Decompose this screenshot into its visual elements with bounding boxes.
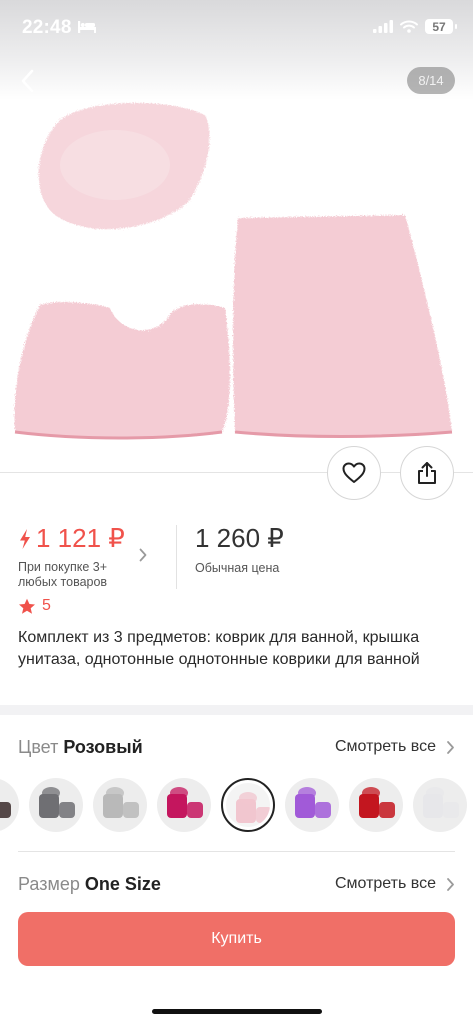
product-image-gallery[interactable]: 8/14 — [0, 0, 473, 472]
regular-price: 1 260 ₽ — [195, 523, 284, 553]
home-indicator — [152, 1009, 322, 1014]
color-swatch[interactable] — [29, 778, 83, 832]
buy-button[interactable]: Купить — [18, 912, 455, 966]
color-option-value: Розовый — [63, 736, 143, 757]
price-separator — [176, 525, 177, 589]
chevron-right-icon — [447, 877, 454, 891]
sleep-mode-icon — [78, 21, 96, 33]
favorite-button[interactable] — [327, 446, 381, 500]
size-see-all-link[interactable]: Смотреть все — [335, 875, 455, 893]
product-title: Комплект из 3 предметов: коврик для ванн… — [18, 629, 420, 668]
image-counter: 8/14 — [407, 67, 455, 94]
color-option-row[interactable]: Цвет Розовый Смотреть все — [18, 734, 455, 760]
chevron-right-icon — [139, 548, 147, 562]
status-time: 22:48 — [22, 17, 72, 38]
size-see-all-label: Смотреть все — [334, 875, 436, 892]
color-see-all-link[interactable]: Смотреть все — [335, 738, 455, 756]
status-bar: 22:48 57 — [0, 0, 473, 56]
size-option-value: One Size — [84, 873, 161, 894]
section-divider — [0, 705, 473, 715]
size-option-label: Размер — [18, 873, 80, 894]
regular-price-label: Обычная цена — [195, 561, 280, 575]
option-separator — [18, 851, 455, 852]
color-swatch-image — [39, 787, 75, 818]
price-block: 1 121 ₽ При покупке 3+ любых товаров 1 2… — [18, 523, 458, 593]
color-swatch[interactable] — [221, 778, 275, 832]
color-swatch[interactable] — [157, 778, 211, 832]
wifi-icon — [400, 20, 418, 33]
color-swatch[interactable] — [93, 778, 147, 832]
share-icon — [418, 462, 436, 484]
color-see-all-label: Смотреть все — [334, 738, 436, 755]
rating-value: 5 — [42, 597, 51, 614]
regular-price-section: 1 260 ₽ Обычная цена — [195, 523, 284, 575]
chevron-right-icon — [447, 740, 454, 754]
color-swatch[interactable] — [0, 778, 19, 832]
cellular-signal-icon — [373, 20, 393, 33]
color-swatch-image — [295, 787, 331, 818]
color-swatch-image — [103, 787, 139, 818]
product-image — [14, 102, 453, 440]
color-swatch-image — [0, 802, 11, 818]
color-swatch-image — [167, 787, 203, 818]
color-swatches — [0, 778, 473, 834]
promo-price: 1 121 ₽ — [36, 523, 125, 553]
promo-condition: При покупке 3+ любых товаров — [18, 560, 108, 589]
color-swatch[interactable] — [413, 778, 467, 832]
back-icon[interactable] — [14, 66, 44, 96]
color-swatch-image — [236, 792, 270, 823]
share-button[interactable] — [400, 446, 454, 500]
color-swatch-image — [423, 787, 459, 818]
battery-icon: 57 — [425, 19, 457, 34]
color-swatch[interactable] — [349, 778, 403, 832]
promo-price-section[interactable]: 1 121 ₽ При покупке 3+ любых товаров — [18, 523, 168, 590]
rating[interactable]: 5 — [18, 597, 51, 615]
lightning-icon — [20, 528, 30, 549]
size-option-row[interactable]: Размер One Size Смотреть все — [18, 871, 455, 897]
color-swatch-image — [359, 787, 395, 818]
color-swatch[interactable] — [285, 778, 339, 832]
heart-icon — [342, 462, 366, 483]
star-icon — [19, 598, 35, 614]
color-option-label: Цвет — [18, 736, 59, 757]
